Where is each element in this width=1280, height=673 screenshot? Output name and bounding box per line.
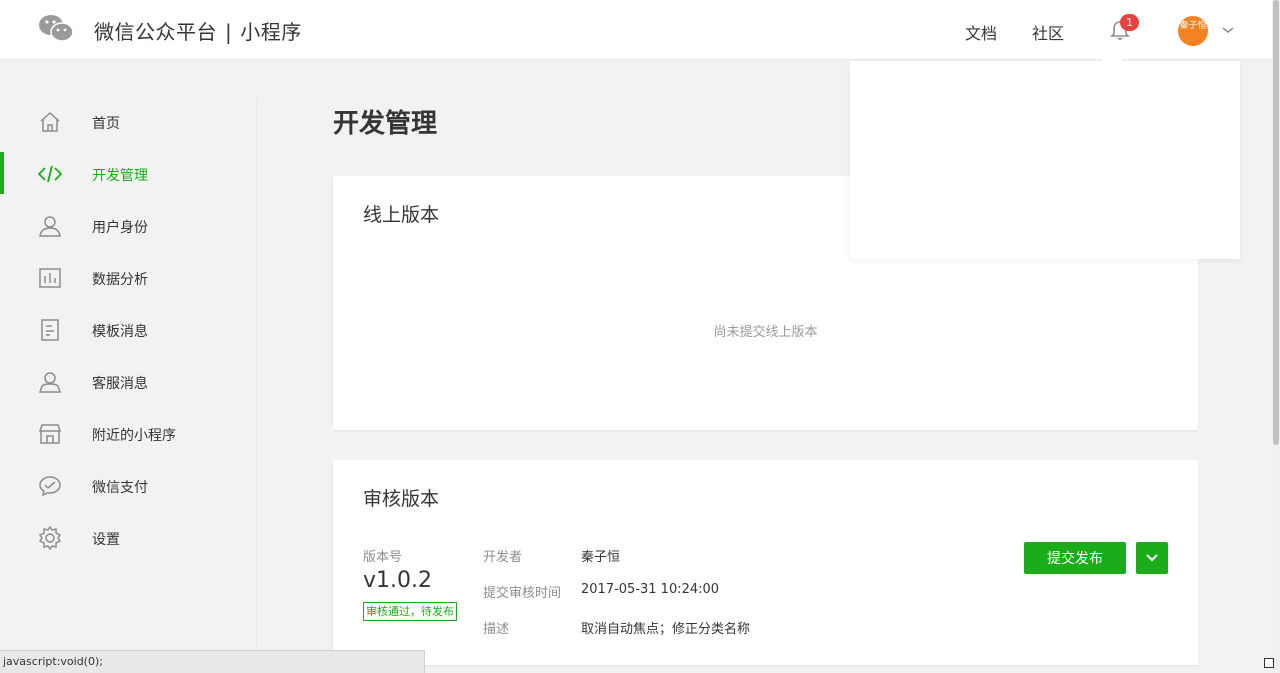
sidebar-item-label: 客服消息 — [92, 376, 148, 392]
page-title: 开发管理 — [333, 109, 438, 139]
gear-icon — [38, 526, 62, 550]
home-icon — [40, 111, 60, 132]
developer-label: 开发者 — [483, 550, 523, 565]
notification-popover — [850, 61, 1240, 259]
product-name: 小程序 — [240, 20, 302, 44]
submit-publish-button[interactable]: 提交发布 — [1024, 542, 1126, 574]
online-version-empty-text: 尚未提交线上版本 — [713, 325, 818, 340]
sidebar-item-customer-service[interactable]: 客服消息 — [0, 360, 256, 402]
community-link[interactable]: 社区 — [1032, 20, 1064, 44]
chevron-down-icon — [1146, 553, 1158, 562]
sidebar: 首页 开发管理 用户身份 数据分析 模板消息 客服消息 附近的小程序 微信支付 … — [0, 60, 256, 673]
online-version-title: 线上版本 — [363, 204, 440, 226]
code-icon — [38, 165, 62, 183]
version-label: 版本号 — [363, 550, 403, 565]
sidebar-item-user-identity[interactable]: 用户身份 — [0, 204, 256, 246]
scrollbar-thumb[interactable] — [1273, 0, 1279, 445]
resize-corner — [1264, 658, 1274, 668]
sidebar-item-nearby-miniprograms[interactable]: 附近的小程序 — [0, 412, 256, 454]
sidebar-item-label: 用户身份 — [92, 220, 148, 236]
docs-link[interactable]: 文档 — [965, 20, 997, 44]
pay-icon — [39, 476, 61, 497]
brand-name: 微信公众平台 — [94, 20, 217, 44]
wechat-logo-icon — [39, 15, 74, 42]
brand-title[interactable]: 微信公众平台 | 小程序 — [94, 16, 302, 45]
submit-time-label: 提交审核时间 — [483, 586, 562, 601]
avatar[interactable]: 秦子恒 — [1178, 16, 1208, 46]
sidebar-divider — [256, 100, 257, 673]
notification-badge: 1 — [1120, 14, 1139, 31]
version-number: v1.0.2 — [363, 568, 432, 593]
status-badge: 审核通过，待发布 — [363, 602, 457, 621]
sidebar-item-label: 开发管理 — [92, 168, 148, 184]
sidebar-item-settings[interactable]: 设置 — [0, 516, 256, 558]
review-version-title: 审核版本 — [363, 488, 440, 510]
sidebar-item-label: 模板消息 — [92, 324, 148, 340]
top-bar: 微信公众平台 | 小程序 文档 社区 1 秦子恒 — [0, 0, 1272, 60]
developer-value: 秦子恒 — [581, 550, 621, 565]
sidebar-item-dev-management[interactable]: 开发管理 — [0, 152, 256, 194]
sidebar-item-wechat-pay[interactable]: 微信支付 — [0, 464, 256, 506]
description-value: 取消自动焦点；修正分类名称 — [581, 622, 751, 637]
sidebar-item-label: 附近的小程序 — [92, 428, 176, 444]
chart-icon — [39, 268, 61, 288]
sidebar-item-label: 设置 — [92, 532, 120, 548]
sidebar-item-template-messages[interactable]: 模板消息 — [0, 308, 256, 350]
review-version-card: 审核版本 版本号 v1.0.2 审核通过，待发布 开发者 秦子恒 提交审核时间 … — [333, 460, 1198, 665]
sidebar-item-label: 首页 — [92, 116, 120, 132]
store-icon — [38, 424, 62, 444]
browser-status-bar: javascript:void(0); — [0, 650, 425, 673]
support-icon — [38, 372, 62, 393]
sidebar-item-label: 数据分析 — [92, 272, 148, 288]
description-label: 描述 — [483, 622, 510, 637]
document-icon — [41, 319, 59, 341]
brand-separator: | — [225, 20, 233, 44]
sidebar-item-home[interactable]: 首页 — [0, 100, 256, 142]
publish-options-button[interactable] — [1136, 542, 1168, 574]
sidebar-item-data-analysis[interactable]: 数据分析 — [0, 256, 256, 298]
chevron-down-icon[interactable] — [1221, 25, 1235, 35]
sidebar-item-label: 微信支付 — [92, 480, 148, 496]
user-icon — [39, 216, 61, 237]
submit-time-value: 2017-05-31 10:24:00 — [581, 582, 720, 597]
